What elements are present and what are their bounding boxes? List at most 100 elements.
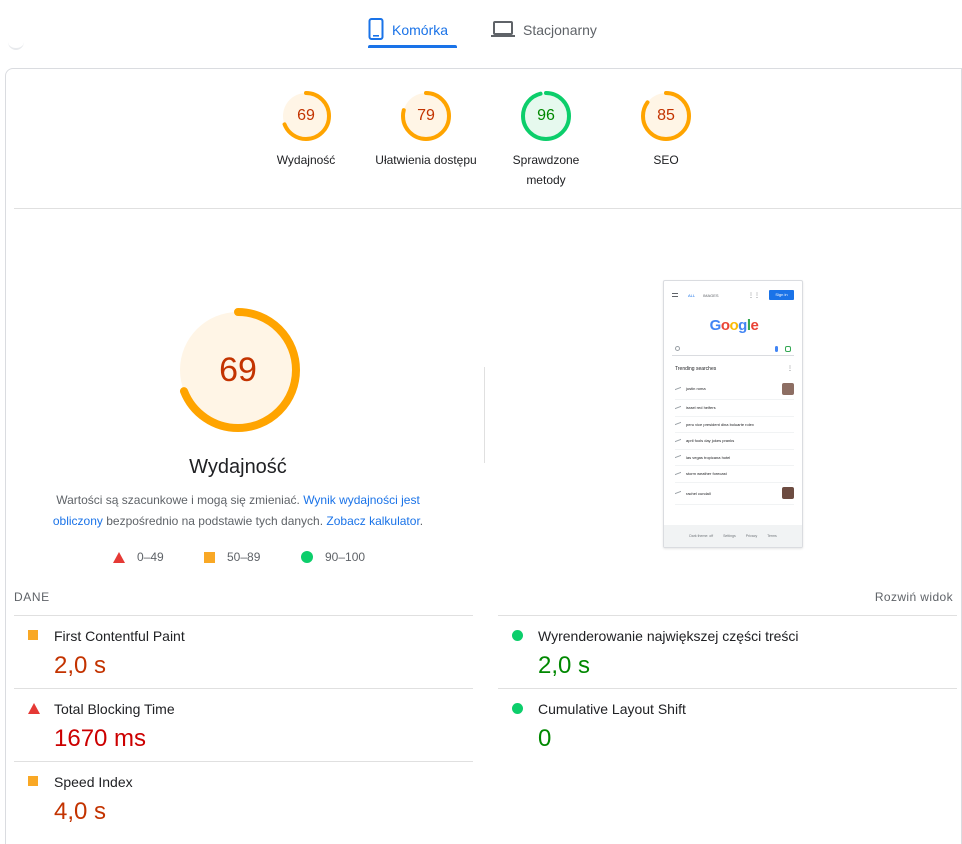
score-value: 79 [417, 107, 435, 124]
score-value: 96 [537, 107, 555, 124]
device-tabs: Komórka Stacjonarny [0, 0, 962, 50]
trending-icon [675, 438, 681, 443]
tab-desktop-label: Stacjonarny [523, 22, 597, 38]
metric-name: First Contentful Paint [54, 628, 185, 644]
circle-icon [512, 703, 523, 714]
legend-fail: 0–49 [113, 550, 164, 564]
gauge-best-practices: 96 [521, 91, 571, 141]
desc-text: bezpośrednio na podstawie tych danych. [102, 514, 327, 528]
legend-range: 0–49 [137, 550, 164, 564]
lens-icon [785, 346, 791, 352]
list-item-text: peru vice president dina boluarte rolex [686, 421, 754, 427]
score-legend: 0–49 50–89 90–100 [6, 550, 484, 566]
legend-pass: 90–100 [301, 550, 365, 564]
list-item: justin roma [675, 378, 794, 400]
score-accessibility[interactable]: 79 Ułatwienia dostępu [366, 91, 486, 170]
search-icon [675, 346, 680, 351]
metric-speed-index: Speed Index 4,0 s [14, 761, 473, 834]
desc-text: . [419, 514, 424, 528]
performance-title: Wydajność [189, 456, 287, 478]
metric-value: 0 [538, 725, 552, 752]
score-label: Sprawdzone metody [486, 150, 606, 190]
more-icon: ⋮ [787, 366, 793, 372]
vertical-divider [484, 367, 485, 463]
gauge-performance-large: 69 [176, 308, 300, 432]
list-item: storm weather forecast [675, 466, 794, 483]
performance-score: 69 [219, 351, 257, 389]
trending-icon [675, 422, 681, 427]
square-icon [204, 551, 215, 563]
trending-icon [675, 455, 681, 460]
performance-section: 69 Wydajność Wartości są szacunkowe i mo… [6, 209, 484, 579]
trending-icon [675, 386, 681, 391]
trending-icon [675, 471, 681, 476]
expand-view-toggle[interactable]: Rozwiń widok [875, 590, 953, 604]
tab-desktop[interactable]: Stacjonarny [491, 12, 611, 48]
list-item: april fools day jokes pranks [675, 433, 794, 450]
list-item: las vegas tropicana hotel [675, 450, 794, 466]
footer-link: Settings [723, 534, 736, 538]
thumb-nav-images: IMAGES [703, 293, 719, 298]
thumb-nav-all: ALL [688, 293, 696, 298]
metric-name: Total Blocking Time [54, 701, 175, 717]
smartphone-icon [368, 17, 384, 43]
metric-tbt: Total Blocking Time 1670 ms [14, 688, 473, 761]
tab-mobile-label: Komórka [392, 22, 449, 38]
score-label-line1: Sprawdzone [512, 153, 580, 167]
menu-icon [672, 293, 678, 297]
list-item-text: rachel cundall [686, 490, 711, 496]
metric-value: 4,0 s [54, 798, 107, 825]
google-logo: Google [709, 317, 759, 334]
metric-name: Cumulative Layout Shift [538, 701, 686, 717]
metrics-label: DANE [14, 590, 50, 604]
metric-value: 1670 ms [54, 725, 147, 752]
gauge-performance: 69 [281, 91, 331, 141]
circle-icon [512, 630, 523, 641]
score-label: Wydajność [276, 153, 336, 167]
footer-link: Dark theme: off [689, 534, 714, 538]
mic-icon [775, 346, 778, 352]
score-value: 69 [297, 107, 315, 124]
metric-lcp: Wyrenderowanie największej części treści… [498, 615, 957, 688]
thumb-avatar [782, 487, 794, 499]
trending-icon [675, 405, 681, 410]
score-seo[interactable]: 85 SEO [606, 91, 726, 170]
laptop-icon [491, 20, 515, 41]
metric-value: 2,0 s [54, 652, 107, 679]
score-label: SEO [653, 153, 679, 167]
triangle-icon [28, 703, 40, 714]
footer-link: Terms [767, 534, 777, 538]
list-item: peru vice president dina boluarte rolex [675, 417, 794, 433]
thumb-search-bar [672, 344, 794, 356]
list-item: israel red heifers [675, 400, 794, 417]
tab-mobile[interactable]: Komórka [368, 12, 457, 48]
footer-link: Privacy [745, 534, 758, 538]
list-item-text: april fools day jokes pranks [686, 438, 735, 444]
square-icon [28, 630, 38, 640]
page-screenshot[interactable]: ALL IMAGES ⋮⋮ Sign in Google Trending se… [663, 280, 803, 548]
trending-icon [675, 490, 681, 496]
score-label-line2: metody [526, 173, 566, 187]
thumb-signin: Sign in [769, 290, 794, 300]
metric-name: Speed Index [54, 774, 133, 790]
calculator-link[interactable]: Zobacz kalkulator [326, 514, 419, 528]
score-best-practices[interactable]: 96 Sprawdzone metody [486, 91, 606, 190]
list-item-text: justin roma [686, 386, 706, 391]
performance-description: Wartości są szacunkowe i mogą się zmieni… [46, 490, 430, 532]
legend-range: 90–100 [325, 550, 366, 564]
metric-cls: Cumulative Layout Shift 0 [498, 688, 957, 761]
thumb-footer: Dark theme: off Settings Privacy Terms [664, 525, 802, 547]
pagespeed-report: Komórka Stacjonarny 69 Wydajność 79 Ułat… [0, 0, 962, 844]
metric-value: 2,0 s [538, 652, 591, 679]
circle-icon [301, 551, 313, 563]
list-item: rachel cundall [675, 483, 794, 505]
score-performance[interactable]: 69 Wydajność [246, 91, 366, 170]
thumb-avatar [782, 382, 794, 395]
score-label: Ułatwienia dostępu [375, 153, 477, 167]
gauge-accessibility: 79 [401, 91, 451, 141]
list-item-text: storm weather forecast [686, 471, 727, 477]
list-item-text: israel red heifers [686, 405, 716, 411]
score-value: 85 [657, 107, 675, 124]
report-card: 69 Wydajność 79 Ułatwienia dostępu 96 Sp… [5, 68, 962, 844]
square-icon [28, 776, 38, 786]
